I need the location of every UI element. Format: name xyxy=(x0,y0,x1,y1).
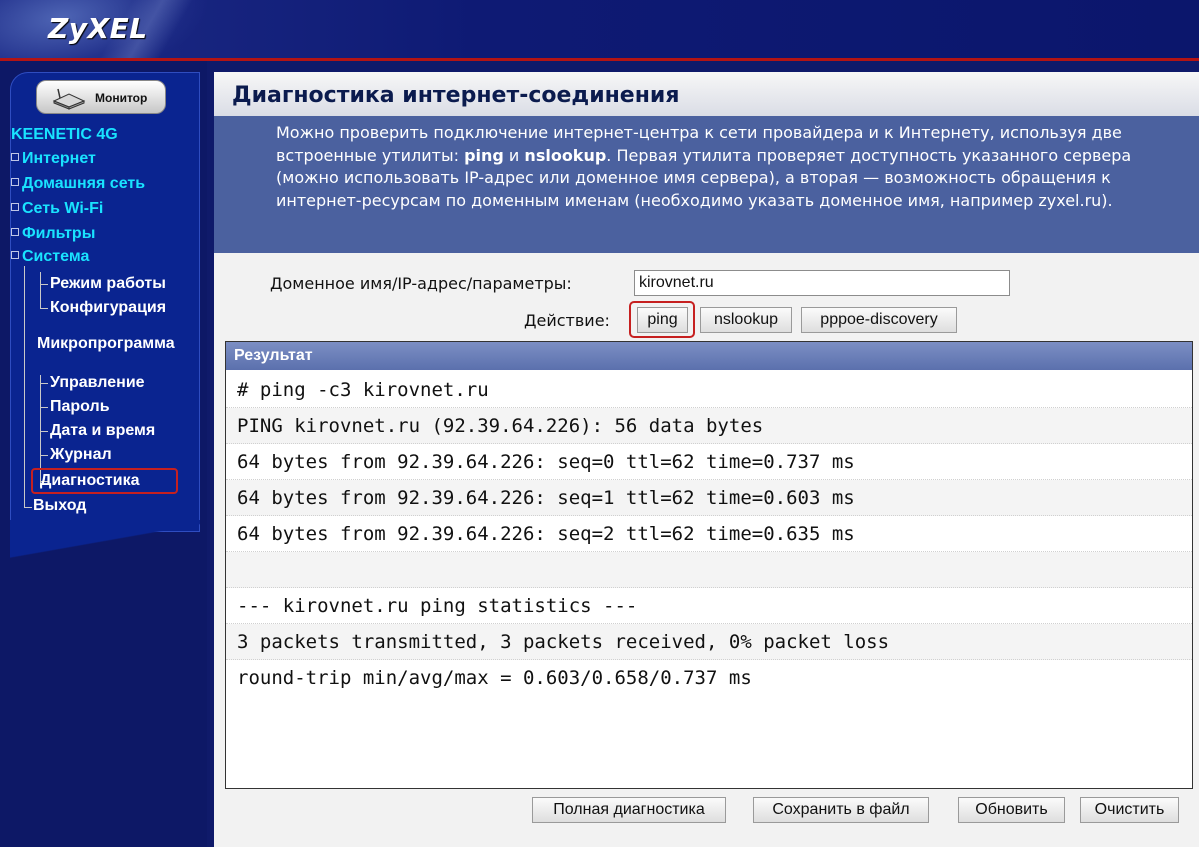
result-panel: Результат # ping -c3 kirovnet.ru PING ki… xyxy=(225,341,1193,789)
result-line: 64 bytes from 92.39.64.226: seq=1 ttl=62… xyxy=(226,480,1192,516)
sidebar-item-log[interactable]: Журнал xyxy=(50,445,112,465)
result-line: PING kirovnet.ru (92.39.64.226): 56 data… xyxy=(226,408,1192,444)
sidebar-item-configuration[interactable]: Конфигурация xyxy=(50,298,166,318)
router-icon xyxy=(52,88,86,110)
result-line: # ping -c3 kirovnet.ru xyxy=(226,372,1192,408)
tree-line xyxy=(24,507,32,508)
sidebar-panel-tail xyxy=(10,520,200,610)
full-diagnostics-button[interactable]: Полная диагностика xyxy=(532,797,726,823)
expand-icon xyxy=(11,178,19,186)
ping-keyword: ping xyxy=(464,145,504,165)
device-name: KEENETIC 4G xyxy=(11,126,118,143)
domain-input[interactable] xyxy=(634,270,1010,296)
monitor-button[interactable]: Монитор xyxy=(36,80,166,114)
expand-icon xyxy=(11,228,19,236)
tree-line xyxy=(40,407,48,408)
page-title: Диагностика интернет-соединения xyxy=(232,83,680,108)
sidebar-item-mode[interactable]: Режим работы xyxy=(50,274,166,294)
sidebar-item-password[interactable]: Пароль xyxy=(50,397,110,417)
result-line: 64 bytes from 92.39.64.226: seq=2 ttl=62… xyxy=(226,516,1192,552)
sidebar-item-system[interactable]: Система xyxy=(11,247,89,267)
clear-button[interactable]: Очистить xyxy=(1080,797,1179,823)
tree-line xyxy=(40,308,48,309)
tree-line xyxy=(24,266,25,508)
sidebar-item-exit[interactable]: Выход xyxy=(33,496,86,516)
tree-line xyxy=(40,272,41,308)
expand-icon xyxy=(11,153,19,161)
ping-highlight xyxy=(629,301,695,338)
tree-line xyxy=(40,455,48,456)
sidebar-item-firmware[interactable]: Микропрограмма xyxy=(37,334,175,354)
description-panel: Можно проверить подключение интернет-цен… xyxy=(214,116,1199,253)
result-line: 3 packets transmitted, 3 packets receive… xyxy=(226,624,1192,660)
result-line: 64 bytes from 92.39.64.226: seq=0 ttl=62… xyxy=(226,444,1192,480)
sidebar-item-filters[interactable]: Фильтры xyxy=(11,224,95,244)
sidebar-item-home-network[interactable]: Домашняя сеть xyxy=(11,174,145,194)
result-line: round-trip min/avg/max = 0.603/0.658/0.7… xyxy=(237,667,752,689)
refresh-button[interactable]: Обновить xyxy=(958,797,1065,823)
collapse-icon xyxy=(11,251,19,259)
save-to-file-button[interactable]: Сохранить в файл xyxy=(753,797,929,823)
nslookup-button[interactable]: nslookup xyxy=(700,307,792,333)
monitor-label: Монитор xyxy=(95,91,148,105)
sidebar-item-wifi[interactable]: Сеть Wi-Fi xyxy=(11,199,103,219)
title-bar: Диагностика интернет-соединения xyxy=(214,72,1199,116)
result-line: --- kirovnet.ru ping statistics --- xyxy=(226,588,1192,624)
action-label: Действие: xyxy=(524,311,610,330)
sidebar-item-management[interactable]: Управление xyxy=(50,373,145,393)
sidebar-item-datetime[interactable]: Дата и время xyxy=(50,421,155,441)
result-line xyxy=(226,552,1192,588)
result-header: Результат xyxy=(226,342,1192,370)
sidebar-item-internet[interactable]: Интернет xyxy=(11,149,96,169)
tree-line xyxy=(40,284,48,285)
top-header: ZyXEL xyxy=(0,0,1199,60)
tree-line xyxy=(40,431,48,432)
domain-label: Доменное имя/IP-адрес/параметры: xyxy=(270,274,572,293)
diagnostics-highlight xyxy=(31,468,178,494)
nslookup-keyword: nslookup xyxy=(524,145,607,165)
pppoe-discovery-button[interactable]: pppoe-discovery xyxy=(801,307,957,333)
zyxel-logo: ZyXEL xyxy=(48,12,148,45)
tree-line xyxy=(40,383,48,384)
expand-icon xyxy=(11,203,19,211)
